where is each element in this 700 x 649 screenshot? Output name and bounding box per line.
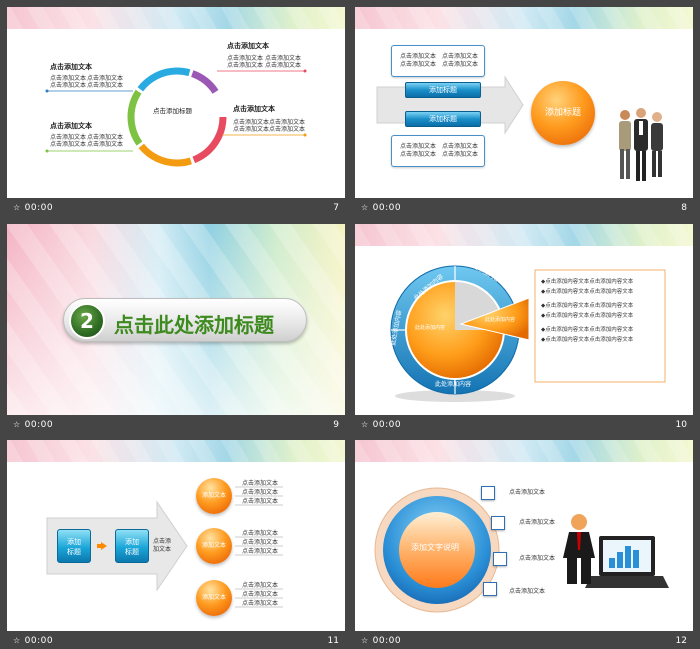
item-box	[483, 582, 497, 596]
line-text: 点击添加文本	[242, 582, 279, 589]
line-text: 点击添加文本	[242, 539, 279, 546]
side-text: 点击添	[153, 538, 172, 545]
slide-status-bar: ☆ 00:00 9	[7, 416, 345, 434]
side-text: 加文本	[153, 546, 172, 553]
slide-thumbnail-7[interactable]: 点击添加标题 点击添加文本 点击添加文本 点击添加文本 点击添加文本 点击添加文…	[7, 7, 345, 198]
group-title[interactable]: 点击添加文本	[50, 62, 92, 72]
text-orb[interactable]: 添加文本	[196, 528, 232, 564]
group-line: 点击添加文本	[265, 62, 302, 69]
play-icon: ☆	[361, 420, 369, 429]
line-text: 点击添加文本	[242, 480, 279, 487]
item-text: 点击添加文本	[509, 489, 546, 496]
section-number: 2	[69, 303, 105, 339]
bullet-text: ◆点击添加内容文本点击添加内容文本	[541, 327, 634, 333]
line-text: 点击添加文本	[242, 530, 279, 537]
bullet-text: ◆点击添加内容文本点击添加内容文本	[541, 313, 634, 319]
play-icon: ☆	[361, 203, 369, 212]
group-title[interactable]: 点击添加文本	[227, 41, 269, 51]
line-text: 点击添加文本	[242, 591, 279, 598]
title-orb[interactable]: 添加标题	[531, 81, 595, 145]
group-line: 点击添加文本	[50, 141, 87, 148]
group-title[interactable]: 点击添加文本	[50, 121, 92, 131]
section-title-pill[interactable]: 2 点击此处添加标题	[63, 298, 307, 342]
ring-label: 此处添加内容	[435, 381, 472, 388]
slide-thumbnail-9[interactable]: 2 点击此处添加标题	[7, 224, 345, 415]
section-title: 点击此处添加标题	[114, 313, 274, 337]
group-line: 点击添加文本	[227, 62, 264, 69]
group-line: 点击添加文本	[50, 82, 87, 89]
group-line: 点击添加文本	[269, 126, 306, 133]
timer: ☆ 00:00	[13, 636, 54, 646]
timer: ☆ 00:00	[13, 420, 54, 430]
item-text: 点击添加文本	[519, 555, 556, 562]
slice-label: 此处添加内容	[415, 325, 446, 331]
timer: ☆ 00:00	[361, 636, 402, 646]
item-text: 点击添加文本	[509, 588, 546, 595]
bullet-text: ◆点击添加内容文本点击添加内容文本	[541, 303, 634, 309]
item-box	[491, 516, 505, 530]
item-box	[481, 486, 495, 500]
title-button-1[interactable]: 添加标题	[405, 82, 481, 98]
line-text: 点击添加文本	[242, 548, 279, 555]
text-box-top[interactable]: 点击添加文本 点击添加文本 点击添加文本 点击添加文本	[391, 45, 485, 77]
circle-label[interactable]: 添加文字说明	[411, 544, 459, 552]
play-icon: ☆	[13, 420, 21, 429]
play-icon: ☆	[13, 203, 21, 212]
bullet-text: ◆点击添加内容文本点击添加内容文本	[541, 289, 634, 295]
title-button-2[interactable]: 添加标题	[405, 111, 481, 127]
line-text: 点击添加文本	[242, 489, 279, 496]
timer: ☆ 00:00	[13, 203, 54, 213]
slide-thumbnail-10[interactable]: 此处添加内容 此处添加内容 此处添加内容 此处添加内容 此处添加内容 此处添加内…	[355, 224, 693, 415]
line-text: 点击添加文本	[242, 498, 279, 505]
group-line: 点击添加文本	[233, 126, 270, 133]
bullet-text: ◆点击添加内容文本点击添加内容文本	[541, 279, 634, 285]
group-line: 点击添加文本	[87, 82, 124, 89]
group-title[interactable]: 点击添加文本	[233, 104, 275, 114]
item-box	[493, 552, 507, 566]
play-icon: ☆	[361, 636, 369, 645]
text-orb[interactable]: 添加文本	[196, 478, 232, 514]
slide-number: 11	[327, 636, 339, 646]
slide-number: 10	[675, 420, 687, 430]
slide-number: 7	[333, 203, 339, 213]
slice-label: 此处添加内容	[485, 317, 516, 323]
slide-thumbnail-11[interactable]: 添加 标题 添加 标题 点击添 加文本 添加文本 添加文本 添加文本 点击添加文本 …	[7, 440, 345, 631]
play-icon: ☆	[13, 636, 21, 645]
timer: ☆ 00:00	[361, 203, 402, 213]
circle-diagram	[374, 487, 669, 613]
slide-status-bar: ☆ 00:00 10	[355, 416, 693, 434]
business-people-icon	[619, 108, 663, 181]
group-line: 点击添加文本	[87, 141, 124, 148]
title-button-1[interactable]: 添加标题	[57, 529, 91, 563]
item-text: 点击添加文本	[519, 519, 556, 526]
title-button-2[interactable]: 添加标题	[115, 529, 149, 563]
text-orb[interactable]: 添加文本	[196, 580, 232, 616]
line-text: 点击添加文本	[242, 600, 279, 607]
bullet-text: ◆点击添加内容文本点击添加内容文本	[541, 337, 634, 343]
slide-status-bar: ☆ 00:00 12	[355, 632, 693, 649]
timer: ☆ 00:00	[361, 420, 402, 430]
text-box-bottom[interactable]: 点击添加文本 点击添加文本 点击添加文本 点击添加文本	[391, 135, 485, 167]
slide-number: 9	[333, 420, 339, 430]
slide-number: 8	[681, 203, 687, 213]
center-label[interactable]: 点击添加标题	[153, 107, 192, 115]
slide-thumbnail-12[interactable]: 添加文字说明 点击添加文本 点击添加文本 点击添加文本 点击添加文本	[355, 440, 693, 631]
slide-number: 12	[675, 636, 687, 646]
slide-status-bar: ☆ 00:00 8	[355, 199, 693, 217]
slide-status-bar: ☆ 00:00 7	[7, 199, 345, 217]
slide-status-bar: ☆ 00:00 11	[7, 632, 345, 649]
pie-ring-diagram	[390, 265, 666, 402]
slide-thumbnail-8[interactable]: 点击添加文本 点击添加文本 点击添加文本 点击添加文本 添加标题 添加标题 点击…	[355, 7, 693, 198]
ring-diagram	[45, 67, 307, 167]
